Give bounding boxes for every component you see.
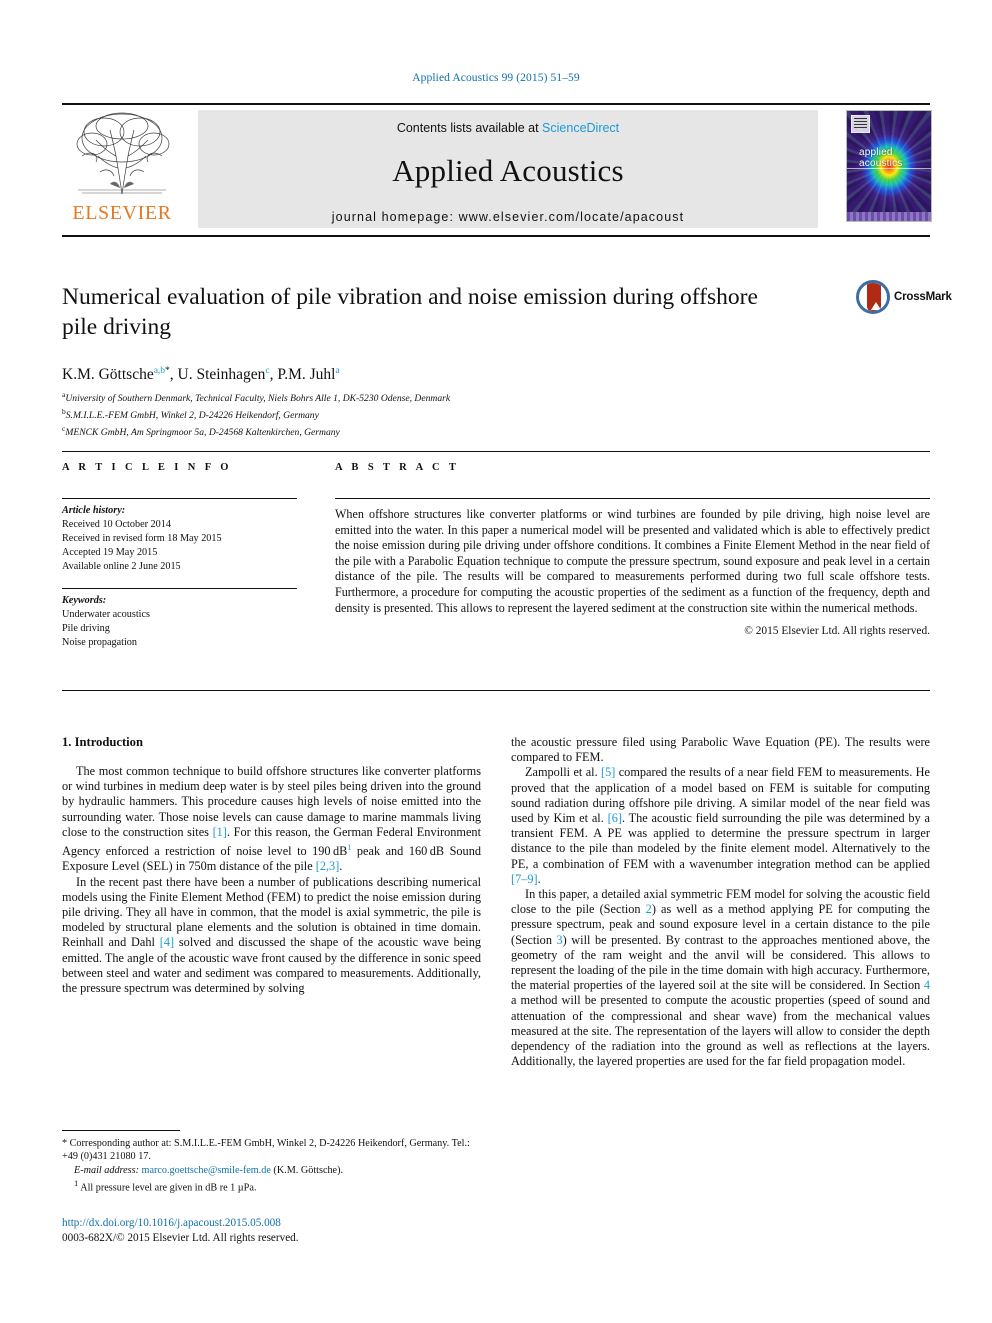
history-received: Received 10 October 2014: [62, 519, 171, 530]
history-accepted: Accepted 19 May 2015: [62, 547, 158, 558]
cover-bottom-bar: [847, 212, 931, 221]
abstract-heading: A B S T R A C T: [335, 462, 460, 473]
article-info-heading: A R T I C L E I N F O: [62, 462, 232, 473]
author-list: K.M. Göttschea,b*, U. Steinhagenc, P.M. …: [62, 366, 340, 384]
page-title: Numerical evaluation of pile vibration a…: [62, 284, 758, 340]
email-link[interactable]: marco.goettsche@smile-fem.de: [142, 1165, 271, 1176]
crossmark-badge[interactable]: CrossMark: [856, 278, 952, 322]
contents-prefix: Contents lists available at: [396, 121, 543, 135]
article-info-column: Article history: Received 10 October 201…: [62, 498, 297, 650]
cover-acoustic-field-image: applied acoustics: [847, 111, 931, 221]
cover-title-line1: applied: [859, 147, 893, 158]
masthead-bottom-rule: [62, 235, 930, 237]
journal-title: Applied Acoustics: [392, 153, 624, 188]
body-column-right: the acoustic pressure filed using Parabo…: [511, 735, 930, 1069]
affiliation-list: aUniversity of Southern Denmark, Technic…: [62, 389, 450, 439]
affiliation-text: S.M.I.L.E.-FEM GmbH, Winkel 2, D-24226 H…: [65, 409, 319, 421]
paragraph: In this paper, a detailed axial symmetri…: [511, 887, 931, 1069]
abstract-copyright: © 2015 Elsevier Ltd. All rights reserved…: [744, 625, 930, 638]
affiliation-item: aUniversity of Southern Denmark, Technic…: [62, 389, 450, 406]
keyword-item: Noise propagation: [62, 637, 137, 648]
issn-copyright: 0003-682X/© 2015 Elsevier Ltd. All right…: [62, 1231, 299, 1244]
section-heading-introduction: 1. Introduction: [62, 735, 143, 749]
elsevier-logo: ELSEVIER: [62, 110, 182, 228]
abstract-text: When offshore structures like converter …: [335, 507, 930, 615]
info-section-bottom-rule: [62, 690, 930, 691]
abstract-rule: [335, 498, 930, 499]
journal-article-page: Applied Acoustics 99 (2015) 51–59 ELSEVI…: [0, 0, 992, 1323]
footnote-rule: [62, 1130, 180, 1131]
affiliation-text: University of Southern Denmark, Technica…: [65, 393, 451, 405]
paragraph: In the recent past there have been a num…: [62, 874, 482, 995]
footnote-one: 1 All pressure level are given in dB re …: [62, 1177, 481, 1195]
footnote-block: * Corresponding author at: S.M.I.L.E.-FE…: [62, 1130, 481, 1195]
journal-cover-thumbnail[interactable]: applied acoustics: [846, 110, 932, 222]
elsevier-tree-icon: [66, 110, 178, 198]
keyword-item: Pile driving: [62, 623, 110, 634]
crossmark-icon: [856, 280, 890, 314]
affiliation-item: cMENCK GmbH, Am Springmoor 5a, D-24568 K…: [62, 423, 450, 440]
cover-elsevier-mark-icon: [851, 115, 870, 133]
email-note: E-mail address: marco.goettsche@smile-fe…: [62, 1164, 481, 1177]
contents-line: Contents lists available at ScienceDirec…: [198, 121, 818, 135]
cover-title-line2: acoustics: [859, 158, 903, 169]
corresponding-author-note: * Corresponding author at: S.M.I.L.E.-FE…: [62, 1138, 470, 1163]
doi-block: http://dx.doi.org/10.1016/j.apacoust.201…: [62, 1216, 481, 1245]
info-section-top-rule: [62, 451, 930, 452]
footnote-marker: 1: [74, 1178, 79, 1189]
journal-band: Contents lists available at ScienceDirec…: [198, 110, 818, 228]
history-revised: Received in revised form 18 May 2015: [62, 533, 222, 544]
footnote-text: All pressure level are given in dB re 1 …: [80, 1182, 257, 1194]
paragraph: The most common technique to build offsh…: [62, 764, 482, 874]
crossmark-label: CrossMark: [894, 291, 952, 303]
journal-homepage-link[interactable]: journal homepage: www.elsevier.com/locat…: [198, 210, 818, 224]
doi-link[interactable]: http://dx.doi.org/10.1016/j.apacoust.201…: [62, 1216, 481, 1231]
keyword-item: Underwater acoustics: [62, 609, 150, 620]
body-column-left: 1. Introduction The most common techniqu…: [62, 735, 481, 996]
paragraph: the acoustic pressure filed using Parabo…: [511, 735, 930, 765]
sciencedirect-link[interactable]: ScienceDirect: [542, 121, 619, 135]
masthead: ELSEVIER Contents lists available at Sci…: [62, 104, 932, 229]
article-history-rule: [62, 498, 297, 499]
keywords-rule: [62, 588, 297, 589]
elsevier-wordmark: ELSEVIER: [72, 202, 172, 224]
crossmark-triangle-icon: [871, 302, 881, 310]
history-online: Available online 2 June 2015: [62, 561, 181, 572]
article-history-heading: Article history:: [62, 505, 126, 516]
affiliation-text: MENCK GmbH, Am Springmoor 5a, D-24568 Ka…: [65, 426, 340, 438]
abstract-column: When offshore structures like converter …: [335, 498, 930, 637]
cover-title-label: applied acoustics: [859, 147, 903, 169]
email-label: E-mail address:: [74, 1164, 139, 1176]
affiliation-item: bS.M.I.L.E.-FEM GmbH, Winkel 2, D-24226 …: [62, 406, 450, 423]
keywords-heading: Keywords:: [62, 595, 107, 606]
email-owner: (K.M. Göttsche).: [273, 1164, 344, 1176]
paragraph: Zampolli et al. [5] compared the results…: [511, 765, 930, 886]
title-block: Numerical evaluation of pile vibration a…: [62, 282, 762, 342]
running-head: Applied Acoustics 99 (2015) 51–59: [412, 72, 580, 84]
